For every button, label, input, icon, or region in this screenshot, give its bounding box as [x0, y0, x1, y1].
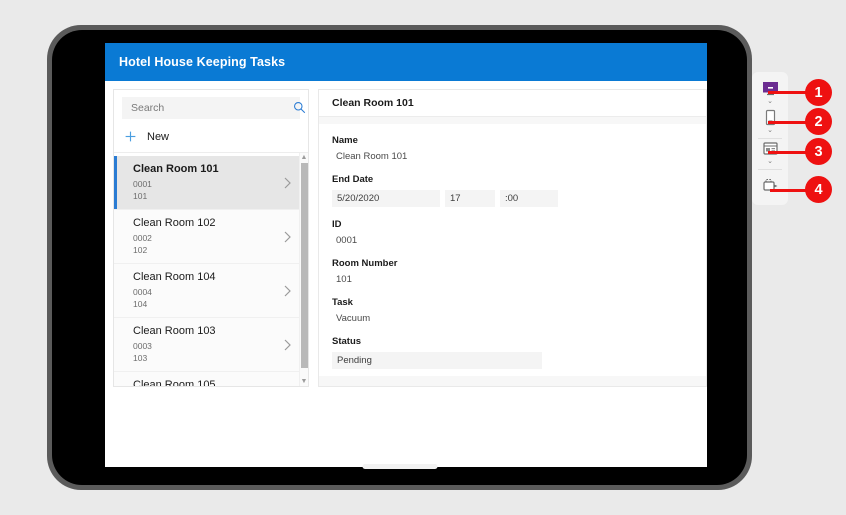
list-item[interactable]: Clean Room 103 0003 103	[114, 318, 299, 372]
form-title: Clean Room 101	[332, 97, 414, 109]
tablet-device-frame: Hotel House Keeping Tasks Search New Cle…	[47, 25, 752, 490]
chevron-right-icon[interactable]	[283, 176, 291, 189]
callout-badge-3: 3	[805, 138, 832, 165]
new-item-button[interactable]: New	[114, 121, 308, 153]
field-id: ID 0001	[332, 219, 706, 246]
callout-line-4	[770, 189, 806, 192]
form-bottom-strip	[319, 376, 706, 386]
field-status: Status Pending	[332, 336, 706, 369]
list-item-title: Clean Room 104	[133, 271, 216, 283]
callout-line-1	[768, 91, 806, 94]
list-item-title: Clean Room 105	[133, 379, 216, 386]
field-label: End Date	[332, 174, 374, 185]
field-end-date: End Date 5/20/2020 17 :00	[332, 174, 706, 207]
list-item-id: 0004	[133, 287, 152, 297]
list-item[interactable]: Clean Room 101 0001 101	[114, 156, 299, 210]
list-item-title: Clean Room 101	[133, 163, 219, 175]
chevron-right-icon[interactable]	[283, 284, 291, 297]
toolbar-divider	[758, 169, 782, 170]
form-top-strip	[319, 117, 706, 124]
status-input[interactable]: Pending	[332, 352, 542, 369]
new-item-label: New	[147, 130, 170, 143]
date-input[interactable]: 5/20/2020	[332, 190, 440, 207]
list-item-room: 103	[133, 353, 148, 364]
task-list-panel: Search New Clean Room 101 0001 101 Clean…	[113, 89, 309, 387]
list-item[interactable]: Clean Room 105 0005 105	[114, 372, 299, 386]
screenshot-root: Hotel House Keeping Tasks Search New Cle…	[0, 0, 846, 515]
hour-input[interactable]: 17	[445, 190, 495, 207]
chevron-right-icon[interactable]	[283, 338, 291, 351]
monitor-icon[interactable]	[762, 80, 779, 97]
scroll-down-arrow-icon[interactable]: ▼	[300, 377, 308, 386]
form-title-bar: Clean Room 101	[319, 90, 706, 117]
field-value-id[interactable]: 0001	[332, 235, 706, 246]
field-value-room[interactable]: 101	[332, 274, 706, 285]
list-item-id: 0003	[133, 341, 152, 351]
app-header: Hotel House Keeping Tasks	[105, 43, 707, 81]
field-task: Task Vacuum	[332, 297, 706, 324]
scrollbar-thumb[interactable]	[301, 163, 308, 368]
callout-badge-1: 1	[805, 79, 832, 106]
page-title: Hotel House Keeping Tasks	[119, 55, 286, 69]
callout-badge-4: 4	[805, 176, 832, 203]
task-list-scroll-area: Clean Room 101 0001 101 Clean Room 102 0…	[114, 153, 308, 386]
plus-icon	[124, 130, 137, 143]
list-item-id: 0001	[133, 179, 152, 189]
field-value-task[interactable]: Vacuum	[332, 313, 706, 324]
field-room-number: Room Number 101	[332, 258, 706, 285]
list-item-room: 104	[133, 299, 148, 310]
search-wrapper: Search	[114, 90, 308, 121]
chevron-right-icon[interactable]	[283, 230, 291, 243]
minute-input[interactable]: :00	[500, 190, 558, 207]
callout-line-3	[768, 151, 806, 154]
callout-badge-2: 2	[805, 108, 832, 135]
app-body: Search New Clean Room 101 0001 101 Clean…	[105, 81, 707, 387]
list-item[interactable]: Clean Room 104 0004 104	[114, 264, 299, 318]
field-value-name[interactable]: Clean Room 101	[332, 151, 706, 162]
field-label: ID	[332, 219, 342, 230]
search-input[interactable]: Search	[122, 97, 306, 119]
app-screen: Hotel House Keeping Tasks Search New Cle…	[105, 43, 707, 467]
chevron-down-icon[interactable]: ⌄	[767, 157, 773, 166]
list-scrollbar[interactable]: ▲ ▼	[299, 153, 308, 386]
home-indicator	[362, 464, 437, 469]
list-item-title: Clean Room 103	[133, 325, 216, 337]
list-item-id: 0002	[133, 233, 152, 243]
chevron-down-icon[interactable]: ⌄	[767, 126, 773, 135]
search-placeholder: Search	[131, 102, 165, 114]
toolbar-divider	[758, 138, 782, 139]
field-label: Name	[332, 135, 358, 146]
list-item-room: 101	[133, 191, 148, 202]
field-name: Name Clean Room 101	[332, 135, 706, 162]
form-fields: Name Clean Room 101 End Date 5/20/2020 1…	[319, 124, 706, 376]
field-label: Status	[332, 336, 362, 347]
list-item-title: Clean Room 102	[133, 217, 216, 229]
chevron-down-icon[interactable]: ⌄	[767, 97, 773, 106]
callout-line-2	[768, 121, 806, 124]
search-icon[interactable]	[293, 101, 306, 114]
end-date-row: 5/20/2020 17 :00	[332, 190, 706, 207]
list-item[interactable]: Clean Room 102 0002 102	[114, 210, 299, 264]
form-card-icon[interactable]	[762, 140, 779, 157]
task-detail-form: Clean Room 101 Name Clean Room 101 End D…	[318, 89, 707, 387]
tablet-bezel: Hotel House Keeping Tasks Search New Cle…	[52, 30, 747, 485]
list-item-room: 102	[133, 245, 148, 256]
scroll-up-arrow-icon[interactable]: ▲	[300, 153, 308, 162]
field-label: Room Number	[332, 258, 398, 269]
field-label: Task	[332, 297, 353, 308]
